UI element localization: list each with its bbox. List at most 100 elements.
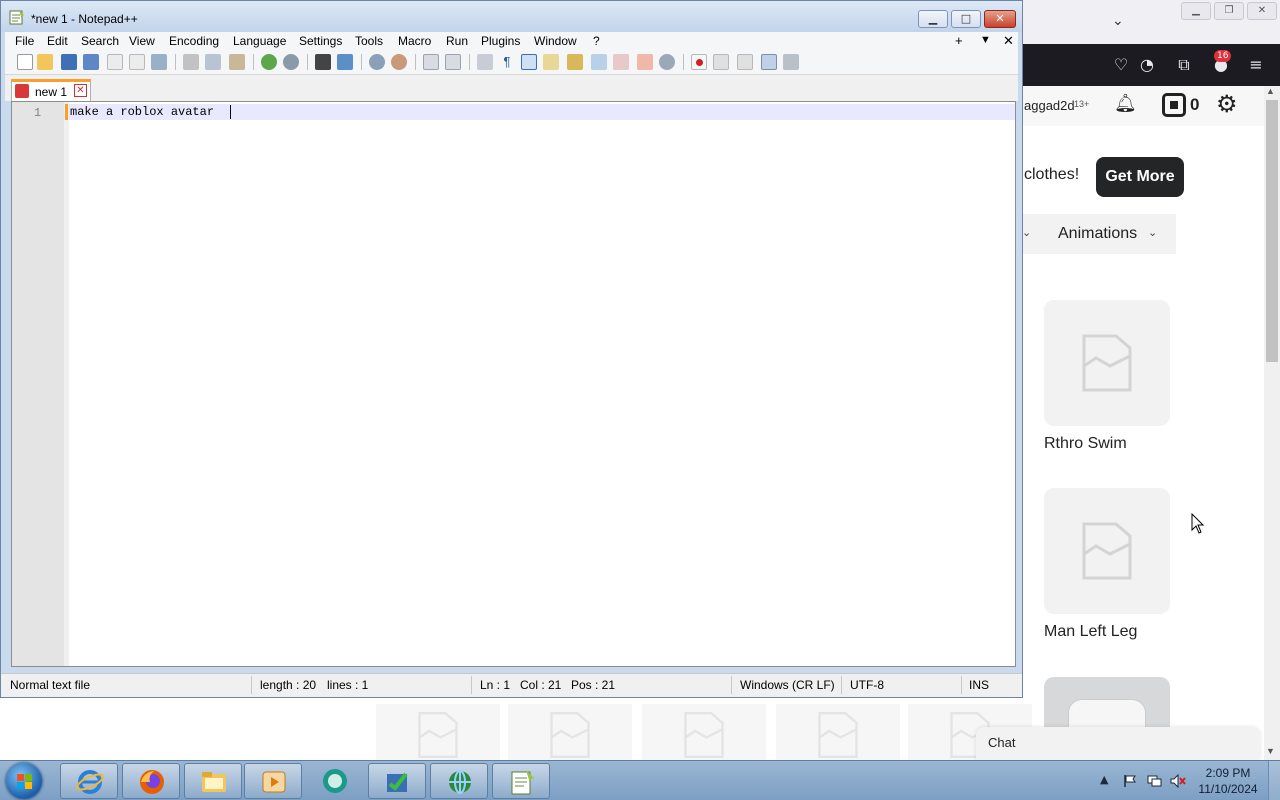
menu-plugins[interactable]: Plugins [481,34,520,48]
zoom-in-icon[interactable] [369,54,385,70]
menu-edit[interactable]: Edit [47,34,68,48]
minimize-button[interactable]: ▁ [918,10,948,28]
close-button[interactable]: ✕ [984,10,1016,28]
stop-recording-icon[interactable] [713,54,729,70]
record-macro-icon[interactable] [691,54,707,70]
menu-run[interactable]: Run [446,34,468,48]
menu-window[interactable]: Window [534,34,577,48]
robux-count[interactable]: 0 [1190,95,1199,115]
save-icon[interactable] [61,54,77,70]
item-thumbnail[interactable] [1044,300,1170,426]
folder-as-workspace-icon[interactable] [613,54,629,70]
taskbar-notepad-plus-plus[interactable] [492,763,550,799]
taskbar-firefox[interactable] [122,763,180,799]
print-icon[interactable] [151,54,167,70]
action-center-flag-icon[interactable] [1122,774,1138,788]
sync-vertical-icon[interactable] [423,54,439,70]
username-label[interactable]: aggad2d [1024,98,1075,113]
new-file-icon[interactable] [17,54,33,70]
status-eol-format[interactable]: Windows (CR LF) [740,678,835,692]
status-encoding[interactable]: UTF-8 [850,678,884,692]
taskbar-task-manager[interactable] [368,763,426,799]
doc-map-icon[interactable] [567,54,583,70]
cut-icon[interactable] [183,54,199,70]
find-icon[interactable] [315,54,331,70]
taskbar-file-explorer[interactable] [184,763,242,799]
browser-minimize-button[interactable]: ▁ [1181,2,1211,20]
open-file-icon[interactable] [37,54,53,70]
taskbar-internet-explorer[interactable] [60,763,118,799]
function-list-icon[interactable] [591,54,607,70]
taskbar-network-browser[interactable] [430,763,488,799]
maximize-button[interactable]: □ [951,10,981,28]
scroll-down-arrow-icon[interactable]: ▼ [1266,746,1275,756]
start-button[interactable] [6,763,42,799]
monitoring-icon[interactable] [637,54,653,70]
save-all-icon[interactable] [83,54,99,70]
volume-muted-icon[interactable] [1170,774,1186,788]
speech-bubble-icon[interactable] [659,54,675,70]
text-editor[interactable]: 1 make a roblox avatar [11,101,1016,667]
scroll-up-arrow-icon[interactable]: ▲ [1266,86,1275,96]
close-all-icon[interactable] [129,54,145,70]
menu-encoding[interactable]: Encoding [169,34,219,48]
paste-icon[interactable] [229,54,245,70]
menu-tools[interactable]: Tools [355,34,383,48]
playback-macro-icon[interactable] [737,54,753,70]
chevron-down-icon[interactable]: ⌄ [1022,226,1031,239]
fold-margin[interactable] [64,102,69,666]
notifications-bell-icon[interactable]: 🔔︎ [1114,93,1137,115]
hamburger-menu-icon[interactable]: ≡ [1245,54,1267,76]
browser-restore-button[interactable]: ❐ [1214,2,1244,20]
editor-content[interactable]: make a roblox avatar [70,105,214,119]
zoom-out-icon[interactable] [391,54,407,70]
robux-icon[interactable] [1162,93,1186,117]
tab-close-icon[interactable]: ✕ [74,84,87,97]
word-wrap-icon[interactable] [477,54,493,70]
new-tab-plus-icon[interactable]: + [955,33,963,48]
chat-bar[interactable] [976,727,1260,760]
taskbar-media-player[interactable] [244,763,302,799]
item-name[interactable]: Rthro Swim [1044,435,1127,453]
extensions-icon[interactable]: ⧉ [1173,54,1195,76]
menu-file[interactable]: File [15,34,34,48]
tab-list-dropdown-icon[interactable]: ▼ [980,34,991,46]
chat-label[interactable]: Chat [988,735,1015,750]
window-titlebar[interactable]: *new 1 - Notepad++ ▁ □ ✕ [1,1,1022,32]
menu-macro[interactable]: Macro [398,34,431,48]
clock-date[interactable]: 11/10/2024 [1196,782,1260,796]
redo-icon[interactable] [283,54,299,70]
clock-time[interactable]: 2:09 PM [1196,766,1260,780]
sync-icon[interactable]: ◔ [1136,54,1158,76]
item-thumbnail[interactable] [1044,488,1170,614]
save-macro-icon[interactable] [783,54,799,70]
list-tabs-chevron-icon[interactable]: ⌄ [1112,12,1124,29]
scrollbar-thumb[interactable] [1266,100,1278,362]
tab-new-1[interactable]: new 1 ✕ [11,79,91,101]
show-all-characters-icon[interactable]: ¶ [499,54,515,70]
menu-search[interactable]: Search [81,34,119,48]
browser-close-button[interactable]: ✕ [1247,2,1277,20]
show-hidden-icons-chevron-icon[interactable]: ▲ [1100,773,1108,786]
get-more-button[interactable]: Get More [1096,157,1184,197]
show-desktop-button[interactable] [1268,761,1280,800]
tab-animations[interactable]: Animations [1058,225,1137,243]
item-name[interactable]: Man Left Leg [1044,623,1137,641]
undo-icon[interactable] [261,54,277,70]
run-macro-multiple-icon[interactable] [761,54,777,70]
pocket-icon[interactable]: ♡ [1110,54,1132,76]
menu-help[interactable]: ? [593,34,600,48]
indent-guide-icon[interactable] [521,54,537,70]
sync-horizontal-icon[interactable] [445,54,461,70]
replace-icon[interactable] [337,54,353,70]
user-language-icon[interactable] [543,54,559,70]
taskbar-teamviewer[interactable] [306,763,364,799]
network-icon[interactable] [1146,774,1162,788]
menu-settings[interactable]: Settings [299,34,342,48]
menu-view[interactable]: View [129,34,155,48]
copy-icon[interactable] [205,54,221,70]
menu-language[interactable]: Language [233,34,286,48]
close-document-icon[interactable]: ✕ [1003,33,1014,49]
settings-gear-icon[interactable]: ⚙ [1216,90,1238,118]
close-file-icon[interactable] [107,54,123,70]
